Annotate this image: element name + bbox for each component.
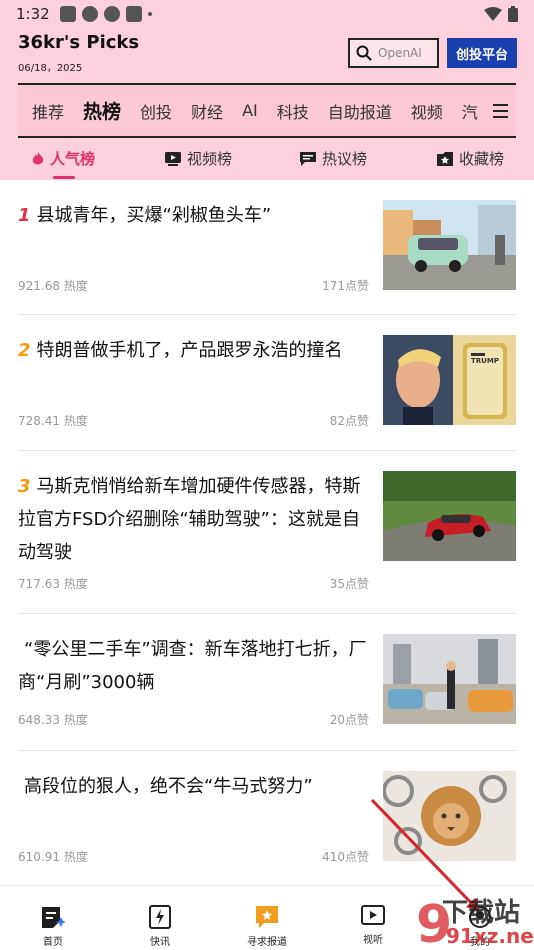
article-thumbnail [383, 200, 516, 290]
more-dot-icon [148, 12, 152, 16]
bottom-nav-flash-label: 快讯 [150, 937, 170, 948]
bottom-nav-home-label: 首页 [43, 937, 63, 948]
rank-number: 1 [18, 205, 31, 226]
header-date: 06/18，2025 [18, 63, 83, 74]
article-thumbnail: TRUMP [383, 335, 516, 425]
like-count: 171点赞 [322, 279, 369, 293]
watermark-line2: 91xz.net [446, 924, 534, 948]
status-time: 1:32 [16, 5, 50, 23]
tab-popular-label: 人气榜 [50, 150, 96, 168]
like-count: 82点赞 [329, 414, 369, 428]
article-thumbnail [383, 634, 516, 724]
article-title: “零公里二手车”调查：新车落地打七折，厂商“月刷”3000辆 [18, 633, 370, 699]
status-bar: 1:32 [0, 0, 534, 28]
heat-count: 717.63 热度 [18, 577, 88, 591]
article-title: 1 县城青年，买爆“剁椒鱼头车” [18, 199, 370, 232]
battery-icon [508, 6, 518, 22]
bottom-nav-home[interactable]: 首页 [18, 886, 88, 950]
article-thumbnail [383, 471, 516, 561]
article-title: 3 马斯克悄悄给新车增加硬件传感器，特斯拉官方FSD介绍删除“辅助驾驶”：这就是自… [18, 470, 370, 569]
tab-bookmark-label: 收藏榜 [459, 150, 505, 168]
search-box[interactable]: OpenAI [348, 38, 439, 68]
sync-icon [82, 6, 98, 22]
like-count: 35点赞 [329, 577, 369, 591]
tab-bookmark[interactable]: 收藏榜 [437, 148, 504, 169]
channel-tech[interactable]: 科技 [277, 99, 309, 123]
channel-venture[interactable]: 创投 [140, 99, 172, 123]
article-feed: 1 县城青年，买爆“剁椒鱼头车” 921.68 热度 171点赞 2 特朗普做手机了… [0, 180, 534, 885]
channel-finance[interactable]: 财经 [191, 99, 223, 123]
heat-count: 648.33 热度 [18, 713, 88, 727]
article-title-text: 县城青年，买爆“剁椒鱼头车” [36, 205, 272, 226]
channel-nav-items: 推荐 热榜 创投 财经 AI 科技 自助报道 视频 汽 [32, 85, 478, 136]
rank-number: 3 [18, 476, 31, 497]
channel-auto[interactable]: 汽 [462, 99, 478, 123]
site-watermark: 9 下载站 91xz.net [412, 890, 534, 950]
wifi-icon [484, 7, 502, 21]
article-item[interactable]: 2 特朗普做手机了，产品跟罗永浩的撞名 728.41 热度 82点赞 TRUMP [18, 315, 516, 451]
bottom-nav-report-label: 寻求报道 [247, 937, 287, 948]
heat-count: 610.91 热度 [18, 850, 88, 864]
channel-ai[interactable]: AI [242, 101, 258, 120]
system-icons [484, 6, 518, 22]
bottom-nav-flash[interactable]: 快讯 [125, 886, 195, 950]
home-icon [42, 907, 66, 928]
article-item[interactable]: “零公里二手车”调查：新车落地打七折，厂商“月刷”3000辆 648.33 热度… [18, 614, 516, 751]
article-title-text: “零公里二手车”调查：新车落地打七折，厂商“月刷”3000辆 [18, 639, 367, 693]
flash-icon [149, 905, 171, 929]
article-item[interactable]: 3 马斯克悄悄给新车增加硬件传感器，特斯拉官方FSD介绍删除“辅助驾驶”：这就是自… [18, 451, 516, 614]
like-count: 20点赞 [329, 713, 369, 727]
venture-platform-button[interactable]: 创投平台 [447, 38, 517, 68]
article-title-text: 高段位的狠人，绝不会“牛马式努力” [24, 776, 313, 797]
tab-video-label: 视频榜 [187, 150, 233, 168]
sync-icon [104, 6, 120, 22]
article-title-text: 马斯克悄悄给新车增加硬件传感器，特斯拉官方FSD介绍删除“辅助驾驶”：这就是自动… [18, 476, 361, 563]
bottom-nav-report[interactable]: 寻求报道 [232, 886, 302, 950]
bottom-nav-media-label: 视听 [363, 935, 383, 946]
comment-icon [300, 151, 316, 166]
search-icon [356, 45, 372, 61]
article-title-text: 特朗普做手机了，产品跟罗永浩的撞名 [36, 340, 343, 361]
video-icon [165, 151, 181, 166]
rank-number: 2 [18, 340, 31, 361]
channel-recommend[interactable]: 推荐 [32, 99, 64, 123]
channel-hot[interactable]: 热榜 [83, 97, 121, 124]
notification-icons [60, 6, 152, 22]
channel-nav: 推荐 热榜 创投 财经 AI 科技 自助报道 视频 汽 [18, 83, 516, 138]
app-notification-icon [60, 6, 76, 22]
article-item[interactable]: 1 县城青年，买爆“剁椒鱼头车” 921.68 热度 171点赞 [18, 180, 516, 315]
brand-title: 36kr's Picks [18, 32, 140, 53]
like-count: 410点赞 [322, 850, 369, 864]
report-icon [256, 906, 278, 928]
article-title: 高段位的狠人，绝不会“牛马式努力” [18, 770, 370, 803]
article-title: 2 特朗普做手机了，产品跟罗永浩的撞名 [18, 334, 370, 367]
tab-video[interactable]: 视频榜 [165, 148, 232, 169]
heat-count: 921.68 热度 [18, 279, 88, 293]
heat-count: 728.41 热度 [18, 414, 88, 428]
tab-popular[interactable]: 人气榜 [32, 148, 95, 169]
search-placeholder: OpenAI [378, 46, 422, 60]
active-tab-indicator [53, 176, 75, 179]
tab-discussion[interactable]: 热议榜 [300, 148, 367, 169]
thumbnail-text: TRUMP [471, 357, 499, 365]
bookmark-icon [437, 151, 453, 166]
bottom-nav-media[interactable]: 视听 [338, 886, 408, 950]
ranking-tabs: 人气榜 视频榜 热议榜 收藏榜 [0, 140, 534, 180]
channel-self-report[interactable]: 自助报道 [328, 99, 392, 123]
play-icon [361, 905, 385, 925]
channel-video[interactable]: 视频 [411, 99, 443, 123]
flame-icon [32, 151, 44, 164]
tab-discussion-label: 热议榜 [322, 150, 368, 168]
article-item[interactable]: 高段位的狠人，绝不会“牛马式努力” 610.91 热度 410点赞 [18, 751, 516, 885]
app-notification-icon [126, 6, 142, 22]
menu-icon[interactable] [484, 85, 516, 136]
article-thumbnail [383, 771, 516, 861]
